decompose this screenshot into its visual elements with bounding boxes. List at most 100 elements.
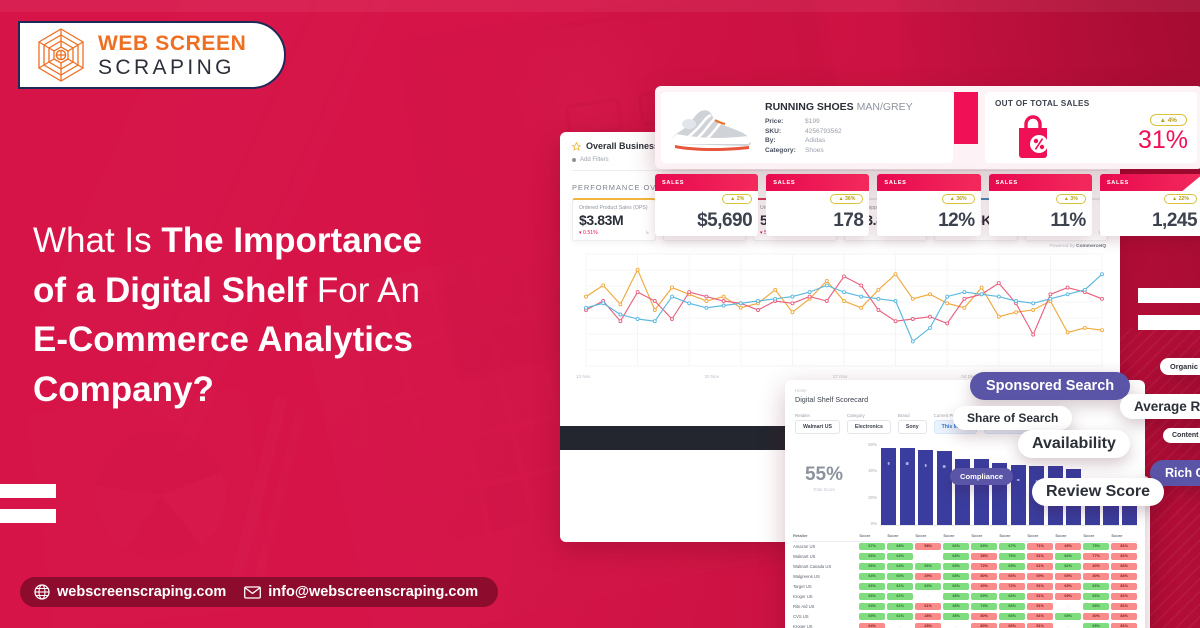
table-row[interactable]: CVS US 65% 61% 28% 38% 80% 66% 51% 69% 40% 84%: [793, 611, 1137, 621]
dashboard-collage: Overall Business Add Filters PERFORMANCE…: [560, 80, 1200, 628]
score-cell: 81%: [1111, 622, 1137, 628]
score-cell: 64%: [887, 562, 913, 571]
sales-tile-value: 11%: [1050, 210, 1086, 231]
sales-tile[interactable]: SALES ▲ 3% 11%: [988, 174, 1092, 236]
score-cell: 66%: [999, 592, 1025, 600]
column-header[interactable]: Score: [859, 533, 885, 538]
table-row[interactable]: Walgreens US 64% 60% 29% 68% 80% 66% 09% 69% 40% 8…: [793, 571, 1137, 581]
score-cell: 51%: [1027, 582, 1053, 590]
banner-canvas: GLASSES THE BEST COLLECTION FOR SUMMER: [0, 0, 1200, 628]
performance-line-chart: Powered by CommerceIQ 13 Nov 20 Nov 27 N…: [572, 244, 1108, 379]
score-cell: 61%: [887, 582, 913, 590]
sales-tile-header: SALES: [995, 179, 1018, 186]
tag-content-compliance[interactable]: Content Compliance: [1163, 428, 1200, 443]
score-cell: 66%: [1083, 582, 1109, 590]
out-of-total-sales-card: OUT OF TOTAL SALES ▲ 4% 31%: [985, 92, 1197, 163]
tag-compliance[interactable]: Compliance: [950, 468, 1014, 485]
sales-tile-header: SALES: [662, 179, 685, 186]
kpi-tile[interactable]: Ordered Product Sales (OPS) $3.83M 0.51%…: [572, 198, 656, 241]
tag-organic-search[interactable]: Organic Search: [1160, 358, 1200, 375]
tag-average-review[interactable]: Average Review: [1120, 394, 1200, 419]
table-row[interactable]: Walmart Canada US 66% 64% 66% 65% 72% 69% 61% 82…: [793, 561, 1137, 571]
table-row[interactable]: Kroger US 66% 61% -38% 69% 66% 51% 69% 66% 81%: [793, 591, 1137, 601]
score-cell: 81%: [1111, 602, 1137, 610]
product-field-value: Adidas: [805, 137, 826, 145]
tag-availability[interactable]: Availability: [1018, 430, 1130, 458]
score-cell: 68%: [943, 572, 969, 580]
sales-tile[interactable]: SALES ▲ 2% $5,690: [655, 174, 759, 236]
score-cell: 63%: [859, 602, 885, 610]
column-header[interactable]: Score: [915, 533, 941, 538]
out-of-total-sales-title: OUT OF TOTAL SALES: [995, 99, 1090, 108]
column-header[interactable]: Retailer: [793, 533, 857, 538]
sales-tile[interactable]: SALES ▲ 36% 178: [766, 174, 870, 236]
digital-shelf-tag-cloud: Sponsored Search Organic Search Share of…: [950, 358, 1200, 560]
score-cell: 80%: [971, 572, 997, 580]
decoration-bars-left: [0, 484, 56, 523]
score-cell: -: [927, 594, 929, 599]
score-cell: 63%: [915, 582, 941, 590]
score-cell: 28%: [915, 622, 941, 628]
score-cell: 40%: [1083, 572, 1109, 580]
sales-tile-header: SALES: [773, 179, 796, 186]
table-row[interactable]: Kroger US 64% - 28% - 80% 66% 51% - 68% 81%: [793, 621, 1137, 628]
footer-website-link[interactable]: webscreenscraping.com: [34, 584, 226, 600]
score-cell: 84%: [1111, 612, 1137, 620]
score-cell: 69%: [971, 592, 997, 600]
brand-logo[interactable]: WEB SCREEN SCRAPING: [18, 21, 286, 89]
headline-line1-bold: The Importance: [161, 221, 422, 260]
score-cell: 60%: [887, 572, 913, 580]
shopping-bag-percent-icon: [1011, 114, 1055, 158]
product-card: RUNNING SHOES MAN/GREY Price: $199 SKU: …: [661, 92, 953, 163]
column-header[interactable]: Score: [887, 533, 913, 538]
headline-line4: Company?: [33, 370, 214, 410]
product-field-label: SKU:: [765, 127, 782, 135]
footer-email-link[interactable]: info@webscreenscraping.com: [244, 584, 478, 600]
globe-icon: [34, 584, 50, 600]
sales-tile-delta: ▲ 3%: [1055, 194, 1086, 204]
tag-share-of-search[interactable]: Share of Search: [953, 406, 1073, 430]
score-cell: 40%: [1083, 612, 1109, 620]
total-score-value: 55%: [804, 464, 844, 485]
filter-chip-retailer[interactable]: Walmart US: [795, 420, 840, 434]
score-cell: 40%: [971, 582, 997, 590]
score-cell: 51%: [1027, 602, 1053, 610]
tag-review-score[interactable]: Review Score: [1032, 478, 1165, 506]
product-field-label: Category:: [765, 146, 796, 154]
score-cell: 68%: [1083, 602, 1109, 610]
product-field-value: 4256793562: [805, 127, 842, 135]
score-cell: 66%: [999, 622, 1025, 628]
tag-sponsored-search[interactable]: Sponsored Search: [970, 372, 1131, 400]
table-row[interactable]: Rite Aid US 63% 61% 61% 38% 74% 66% 51% -68% 81%: [793, 601, 1137, 611]
sales-tile-delta: ▲ 36%: [830, 194, 864, 204]
add-filters-label: Add Filters: [580, 157, 609, 163]
star-icon[interactable]: [572, 141, 581, 151]
filter-chip-category[interactable]: Electronics: [846, 420, 891, 434]
score-cell: 68%: [887, 542, 913, 551]
out-of-total-sales-delta: ▲ 4%: [1149, 114, 1187, 126]
logo-line-1: WEB SCREEN: [98, 31, 247, 55]
product-summary-strip: RUNNING SHOES MAN/GREY Price: $199 SKU: …: [655, 86, 1200, 169]
headline-line3: E-Commerce Analytics: [33, 320, 413, 360]
sales-tiles-row: SALES ▲ 2% $5,690 SALES ▲ 36% 178 SALES …: [655, 174, 1200, 236]
score-cell: 66%: [943, 582, 969, 590]
row-label: Target US: [793, 583, 812, 589]
score-cell: 69%: [1055, 582, 1081, 590]
score-cell: 72%: [999, 582, 1025, 590]
bar: [899, 447, 915, 525]
headline-line2-bold: of a Digital Shelf: [33, 270, 317, 310]
score-cell: 61%: [887, 602, 913, 610]
envelope-icon: [244, 585, 262, 599]
bar: [881, 447, 897, 525]
sales-tile[interactable]: SALES ▲ 36% 12%: [877, 174, 981, 236]
score-cell: 82%: [1055, 562, 1081, 571]
filter-label: Brand: [897, 413, 910, 418]
score-cell: 68%: [1083, 622, 1109, 628]
score-cell: 84%: [1111, 572, 1137, 580]
score-cell: 61%: [887, 612, 913, 620]
table-row[interactable]: Target US 66% 61% 63% 66% 40% 72% 51% 69% 66% 81%: [793, 581, 1137, 591]
score-cell: 61%: [915, 602, 941, 610]
filter-chip-brand[interactable]: Sony: [897, 420, 927, 434]
score-cell: 81%: [1111, 582, 1137, 590]
sales-tile[interactable]: SALES ▲ 22% 1,245: [1099, 174, 1200, 236]
